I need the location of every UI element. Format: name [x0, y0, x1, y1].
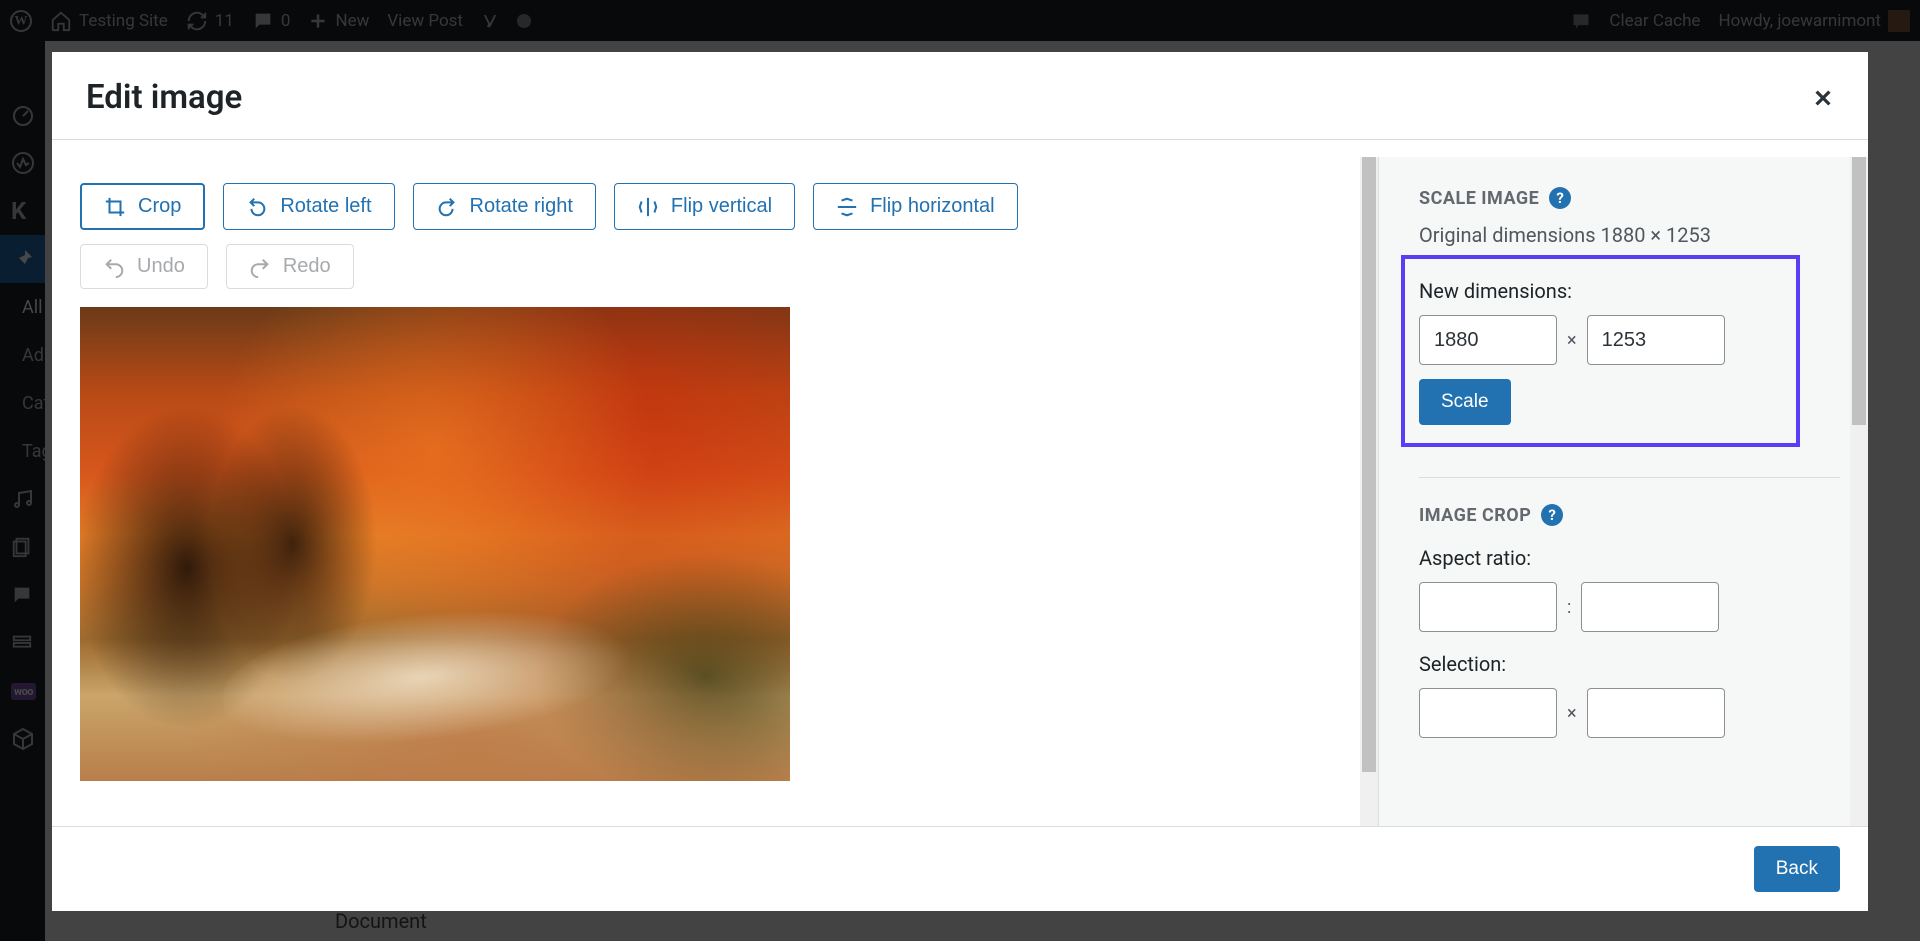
close-icon	[1812, 87, 1834, 109]
scale-image-heading: SCALE IMAGE ?	[1419, 187, 1840, 209]
modal-footer: Back	[52, 826, 1868, 911]
aspect-ratio-label: Aspect ratio:	[1419, 546, 1840, 570]
selection-x-input[interactable]	[1419, 688, 1557, 738]
edit-image-modal: Edit image Crop Rotate left Rotate right	[52, 52, 1868, 911]
colon-sign: :	[1567, 597, 1571, 618]
crop-icon	[104, 196, 126, 218]
original-dimensions: Original dimensions 1880 × 1253	[1419, 223, 1840, 247]
modal-title: Edit image	[86, 78, 242, 117]
editor-scrollbar[interactable]	[1360, 157, 1378, 826]
image-crop-heading: IMAGE CROP ?	[1419, 504, 1840, 526]
scale-highlight: New dimensions: × Scale	[1401, 255, 1800, 447]
divider	[1419, 477, 1840, 478]
rotate-right-button[interactable]: Rotate right	[413, 183, 596, 230]
flip-horizontal-button[interactable]: Flip horizontal	[813, 183, 1018, 230]
image-toolbar: Crop Rotate left Rotate right Flip verti…	[80, 183, 1350, 230]
scale-width-input[interactable]	[1419, 315, 1557, 365]
new-dimensions-label: New dimensions:	[1419, 279, 1782, 303]
redo-icon	[249, 256, 271, 278]
selection-label: Selection:	[1419, 652, 1840, 676]
multiply-sign: ×	[1567, 330, 1577, 351]
flip-horizontal-icon	[836, 196, 858, 218]
aspect-y-input[interactable]	[1581, 582, 1719, 632]
rotate-left-icon	[246, 196, 268, 218]
back-button[interactable]: Back	[1754, 846, 1840, 892]
scale-height-input[interactable]	[1587, 315, 1725, 365]
help-icon[interactable]: ?	[1541, 504, 1563, 526]
rotate-left-button[interactable]: Rotate left	[223, 183, 394, 230]
flip-vertical-icon	[637, 196, 659, 218]
multiply-sign: ×	[1567, 703, 1577, 724]
undo-icon	[103, 256, 125, 278]
close-button[interactable]	[1812, 87, 1834, 109]
rotate-right-icon	[436, 196, 458, 218]
settings-pane: SCALE IMAGE ? Original dimensions 1880 ×…	[1378, 157, 1868, 826]
editor-pane: Crop Rotate left Rotate right Flip verti…	[52, 157, 1378, 826]
crop-button[interactable]: Crop	[80, 183, 205, 230]
help-icon[interactable]: ?	[1549, 187, 1571, 209]
redo-button: Redo	[226, 244, 354, 289]
settings-scrollbar[interactable]	[1850, 157, 1868, 826]
image-preview[interactable]	[80, 307, 790, 781]
scale-button[interactable]: Scale	[1419, 379, 1511, 425]
flip-vertical-button[interactable]: Flip vertical	[614, 183, 795, 230]
selection-y-input[interactable]	[1587, 688, 1725, 738]
aspect-x-input[interactable]	[1419, 582, 1557, 632]
undo-button: Undo	[80, 244, 208, 289]
